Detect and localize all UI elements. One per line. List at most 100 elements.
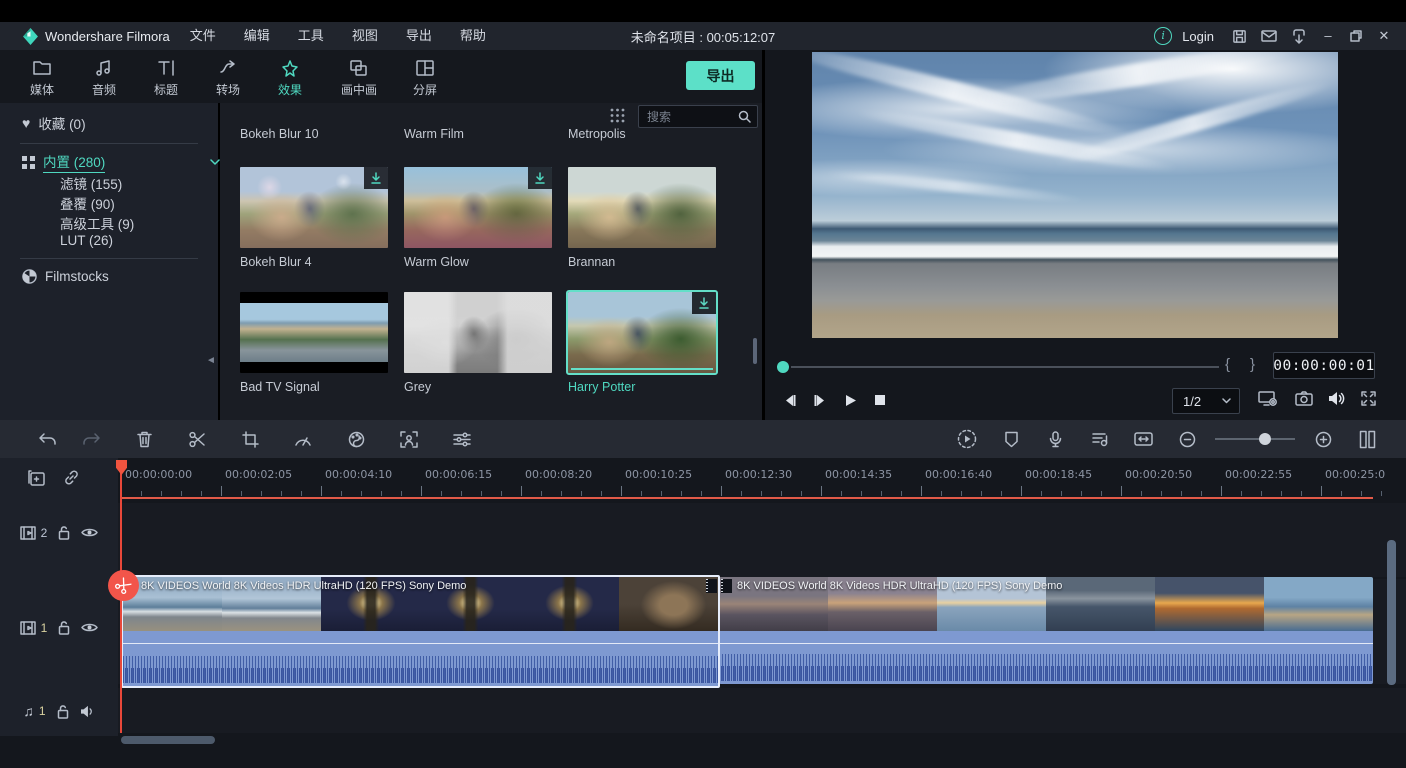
divider: [20, 258, 198, 259]
timeline-zoom-slider[interactable]: [1215, 438, 1295, 440]
tab-media[interactable]: 媒体: [14, 58, 70, 98]
preview-video[interactable]: [812, 52, 1338, 338]
cut-at-playhead-button[interactable]: [108, 570, 139, 601]
export-button[interactable]: 导出: [686, 61, 755, 90]
mark-out-button[interactable]: }: [1250, 356, 1255, 373]
seek-handle[interactable]: [777, 361, 789, 373]
info-icon[interactable]: i: [1154, 27, 1172, 45]
search-icon[interactable]: [738, 110, 751, 123]
record-mic-icon[interactable]: [1042, 426, 1068, 452]
redo-icon[interactable]: [78, 426, 104, 452]
message-icon[interactable]: [1256, 23, 1282, 49]
effect-card-warm-glow[interactable]: Warm Glow: [404, 167, 552, 248]
mark-in-button[interactable]: {: [1225, 356, 1230, 373]
tab-effects[interactable]: 效果: [262, 58, 318, 98]
zoom-slider-handle[interactable]: [1259, 433, 1271, 445]
sidebar-item-filters[interactable]: 滤镜 (155): [60, 173, 122, 193]
timeline-clip-1[interactable]: 8K VIDEOS World 8K Videos HDR UltraHD (1…: [121, 575, 720, 688]
playback-quality-dropdown[interactable]: 1/2: [1172, 388, 1240, 414]
color-icon[interactable]: [343, 426, 369, 452]
add-track-icon[interactable]: [26, 468, 46, 487]
sidebar-item-builtin[interactable]: 内置 (280): [22, 151, 105, 173]
menu-edit[interactable]: 编辑: [230, 22, 284, 50]
close-icon[interactable]: ✕: [1370, 22, 1398, 50]
eye-icon[interactable]: [81, 622, 98, 633]
menu-export[interactable]: 导出: [392, 22, 446, 50]
fit-timeline-icon[interactable]: [1130, 426, 1156, 452]
zoom-in-icon[interactable]: [1310, 426, 1336, 452]
stop-button[interactable]: [869, 390, 891, 410]
ruler-label: 00:00:14:35: [825, 468, 892, 481]
audio-mixer-icon[interactable]: [1086, 426, 1112, 452]
eye-icon[interactable]: [81, 527, 98, 538]
tab-audio[interactable]: 音频: [76, 58, 132, 98]
tab-pip[interactable]: 画中画: [331, 58, 387, 98]
effect-card-grey[interactable]: Grey: [404, 292, 552, 373]
menu-help[interactable]: 帮助: [446, 22, 500, 50]
seek-bar[interactable]: [791, 366, 1219, 368]
search-box[interactable]: [638, 105, 758, 128]
effect-card-bad-tv-signal[interactable]: Bad TV Signal: [240, 292, 388, 373]
filmstocks-icon: [22, 269, 37, 284]
prev-frame-button[interactable]: [779, 390, 801, 410]
next-frame-button[interactable]: [809, 390, 831, 410]
upload-icon[interactable]: [1286, 23, 1312, 49]
effect-card-bokeh-blur-4[interactable]: Bokeh Blur 4: [240, 167, 388, 248]
video-track-2-lane[interactable]: [118, 503, 1406, 577]
effects-scrollbar[interactable]: [753, 338, 757, 364]
render-preview-icon[interactable]: [954, 426, 980, 452]
undo-icon[interactable]: [34, 426, 60, 452]
crop-icon[interactable]: [237, 426, 263, 452]
snapshot-icon[interactable]: [1293, 388, 1315, 408]
tab-splitscreen[interactable]: 分屏: [397, 58, 453, 98]
menu-file[interactable]: 文件: [176, 22, 230, 50]
tab-transitions[interactable]: 转场: [200, 58, 256, 98]
tab-titles[interactable]: 标题: [138, 58, 194, 98]
delete-icon[interactable]: [131, 426, 157, 452]
timeline-horizontal-scrollbar[interactable]: [121, 736, 215, 744]
speed-icon[interactable]: [290, 426, 316, 452]
sidebar-collapse-handle[interactable]: ◄: [206, 353, 216, 369]
save-icon[interactable]: [1226, 23, 1252, 49]
lock-icon[interactable]: [58, 525, 70, 540]
track-columns-icon[interactable]: [1354, 426, 1380, 452]
audio-track-1-header[interactable]: ♫ 1: [0, 703, 118, 719]
video-track-2-header[interactable]: 2: [0, 525, 118, 540]
speaker-icon[interactable]: [80, 705, 95, 718]
timeline-vertical-scrollbar[interactable]: [1387, 540, 1396, 685]
effect-card-brannan[interactable]: Brannan: [568, 167, 716, 248]
scissors-icon[interactable]: [184, 426, 210, 452]
link-icon[interactable]: [62, 468, 81, 487]
sidebar-item-overlays[interactable]: 叠覆 (90): [60, 193, 115, 213]
adjust-icon[interactable]: [449, 426, 475, 452]
effect-card-harry-potter[interactable]: Harry Potter: [568, 292, 716, 373]
play-button[interactable]: [839, 390, 861, 410]
restore-icon[interactable]: [1342, 22, 1370, 50]
divider: [20, 143, 198, 144]
lock-icon[interactable]: [57, 704, 69, 719]
sidebar-item-favorites[interactable]: ♥ 收藏 (0): [22, 113, 86, 133]
display-settings-icon[interactable]: [1257, 388, 1279, 408]
zoom-out-icon[interactable]: [1174, 426, 1200, 452]
audio-track-1-lane[interactable]: [118, 688, 1406, 733]
volume-icon[interactable]: [1325, 388, 1347, 408]
fullscreen-icon[interactable]: [1357, 388, 1379, 408]
sidebar-item-utility[interactable]: 高级工具 (9): [60, 213, 134, 233]
lock-icon[interactable]: [58, 620, 70, 635]
video-track-1-header[interactable]: 1: [0, 620, 118, 635]
download-icon: [692, 292, 716, 314]
marker-shield-icon[interactable]: [998, 426, 1024, 452]
sidebar-item-lut[interactable]: LUT (26): [60, 233, 113, 248]
minimize-icon[interactable]: –: [1314, 22, 1342, 50]
sidebar-item-filmstocks[interactable]: Filmstocks: [22, 269, 109, 284]
ruler-label: 00:00:20:50: [1125, 468, 1192, 481]
ruler-label: 00:00:00:00: [125, 468, 192, 481]
search-input[interactable]: [639, 110, 738, 124]
grid-view-icon[interactable]: [610, 108, 625, 123]
timeline-clip-2[interactable]: 8K VIDEOS World 8K Videos HDR UltraHD (1…: [719, 577, 1373, 684]
motion-track-icon[interactable]: [396, 426, 422, 452]
login-button[interactable]: Login: [1182, 29, 1214, 44]
menu-tools[interactable]: 工具: [284, 22, 338, 50]
menu-view[interactable]: 视图: [338, 22, 392, 50]
app-title: Wondershare Filmora: [45, 29, 170, 44]
